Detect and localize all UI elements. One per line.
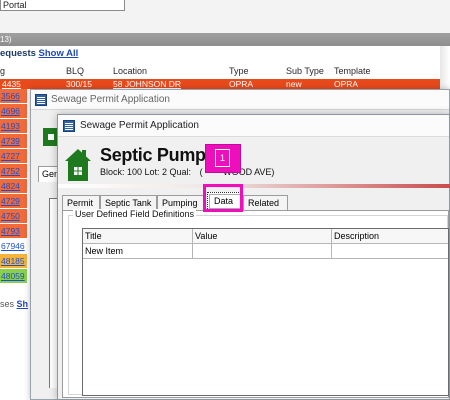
permit-window-front[interactable]: Sewage Permit Application Septic Pump Bl… <box>57 114 450 400</box>
request-id-link[interactable]: 4739 <box>0 134 27 149</box>
sessions-text: ses <box>0 299 15 309</box>
grid-header-value[interactable]: Value <box>193 229 332 244</box>
row-blq: 300/15 <box>66 79 92 89</box>
portal-breadcrumb[interactable]: Portal <box>0 0 125 11</box>
tab-septic-tank[interactable]: Septic Tank <box>100 195 157 210</box>
app-subtitle: Block: 100 Lot: 2 Qual: ( WOOD AVE) <box>100 167 275 177</box>
request-id-link[interactable]: 3566 <box>0 89 27 104</box>
section-header-text: 13) <box>0 35 12 44</box>
app-subtitle-left: Block: 100 Lot: 2 Qual: <box>100 167 192 177</box>
request-id-link[interactable]: 4193 <box>0 119 27 134</box>
app-title: Septic Pump <box>100 145 206 165</box>
grid-cell-value[interactable] <box>193 244 332 259</box>
grid-header-title[interactable]: Title <box>83 229 193 244</box>
udf-groupbox: User Defined Field Definitions Title Val… <box>68 209 449 396</box>
request-id-link[interactable]: 48059 <box>0 269 27 284</box>
col-header-g[interactable]: g <box>0 66 5 76</box>
window-titlebar[interactable]: Sewage Permit Application <box>58 115 449 137</box>
tab-pumping[interactable]: Pumping <box>157 195 204 210</box>
request-id-column: 3566 4696 4193 4739 4727 4752 4824 4729 … <box>0 89 27 284</box>
table-row[interactable]: New Item <box>83 244 448 259</box>
highlighted-request-row[interactable]: 4435 300/15 58 JOHNSON DR OPRA new OPRA <box>0 79 450 89</box>
request-id-link[interactable]: 4750 <box>0 209 27 224</box>
grid-header-row: Title Value Description <box>83 229 448 244</box>
tab-permit[interactable]: Permit <box>62 195 100 210</box>
row-subtype: new <box>286 79 302 89</box>
request-id-link[interactable]: 4752 <box>0 164 27 179</box>
section-header-bar: 13) <box>0 33 450 46</box>
requests-title: equests Show All <box>0 48 78 59</box>
grid-cell-title[interactable]: New Item <box>83 244 193 259</box>
col-header-location[interactable]: Location <box>113 66 147 76</box>
request-id-link[interactable]: 48185 <box>0 254 27 269</box>
col-header-subtype[interactable]: Sub Type <box>286 66 324 76</box>
sessions-show-link[interactable]: Sh <box>17 299 29 309</box>
requests-label: equests <box>0 48 36 59</box>
col-header-type[interactable]: Type <box>229 66 249 76</box>
grid-cell-description[interactable] <box>332 244 448 259</box>
sessions-label: ses Sh <box>0 299 28 309</box>
udf-grid[interactable]: Title Value Description New Item <box>82 228 449 396</box>
tab-related[interactable]: Related <box>243 195 288 210</box>
step-callout: 1 <box>205 144 241 173</box>
data-tab-panel: User Defined Field Definitions Title Val… <box>62 209 449 398</box>
window-app-icon <box>63 120 75 132</box>
data-tab-highlight <box>203 184 243 212</box>
request-id-link[interactable]: 4793 <box>0 224 27 239</box>
step-number: 1 <box>215 149 230 167</box>
window-app-icon <box>35 94 47 106</box>
window-title: Sewage Permit Application <box>80 120 199 131</box>
request-id-link[interactable]: 4727 <box>0 149 27 164</box>
udf-group-label: User Defined Field Definitions <box>73 209 197 219</box>
house-icon <box>65 149 91 181</box>
show-all-link[interactable]: Show All <box>39 48 79 59</box>
window-titlebar[interactable]: Sewage Permit Application <box>31 90 449 110</box>
header-divider <box>58 184 450 188</box>
col-header-blq[interactable]: BLQ <box>66 66 84 76</box>
row-location-link[interactable]: 58 JOHNSON DR <box>113 79 181 89</box>
request-id-link[interactable]: 4729 <box>0 194 27 209</box>
request-id-link[interactable]: 67946 <box>0 239 27 254</box>
row-type: OPRA <box>229 79 254 89</box>
col-header-template[interactable]: Template <box>334 66 371 76</box>
row-id-link[interactable]: 4435 <box>2 79 21 89</box>
row-template: OPRA <box>334 79 359 89</box>
request-id-link[interactable]: 4696 <box>0 104 27 119</box>
window-title: Sewage Permit Application <box>51 94 170 105</box>
grid-header-description[interactable]: Description <box>332 229 448 244</box>
request-id-link[interactable]: 4824 <box>0 179 27 194</box>
